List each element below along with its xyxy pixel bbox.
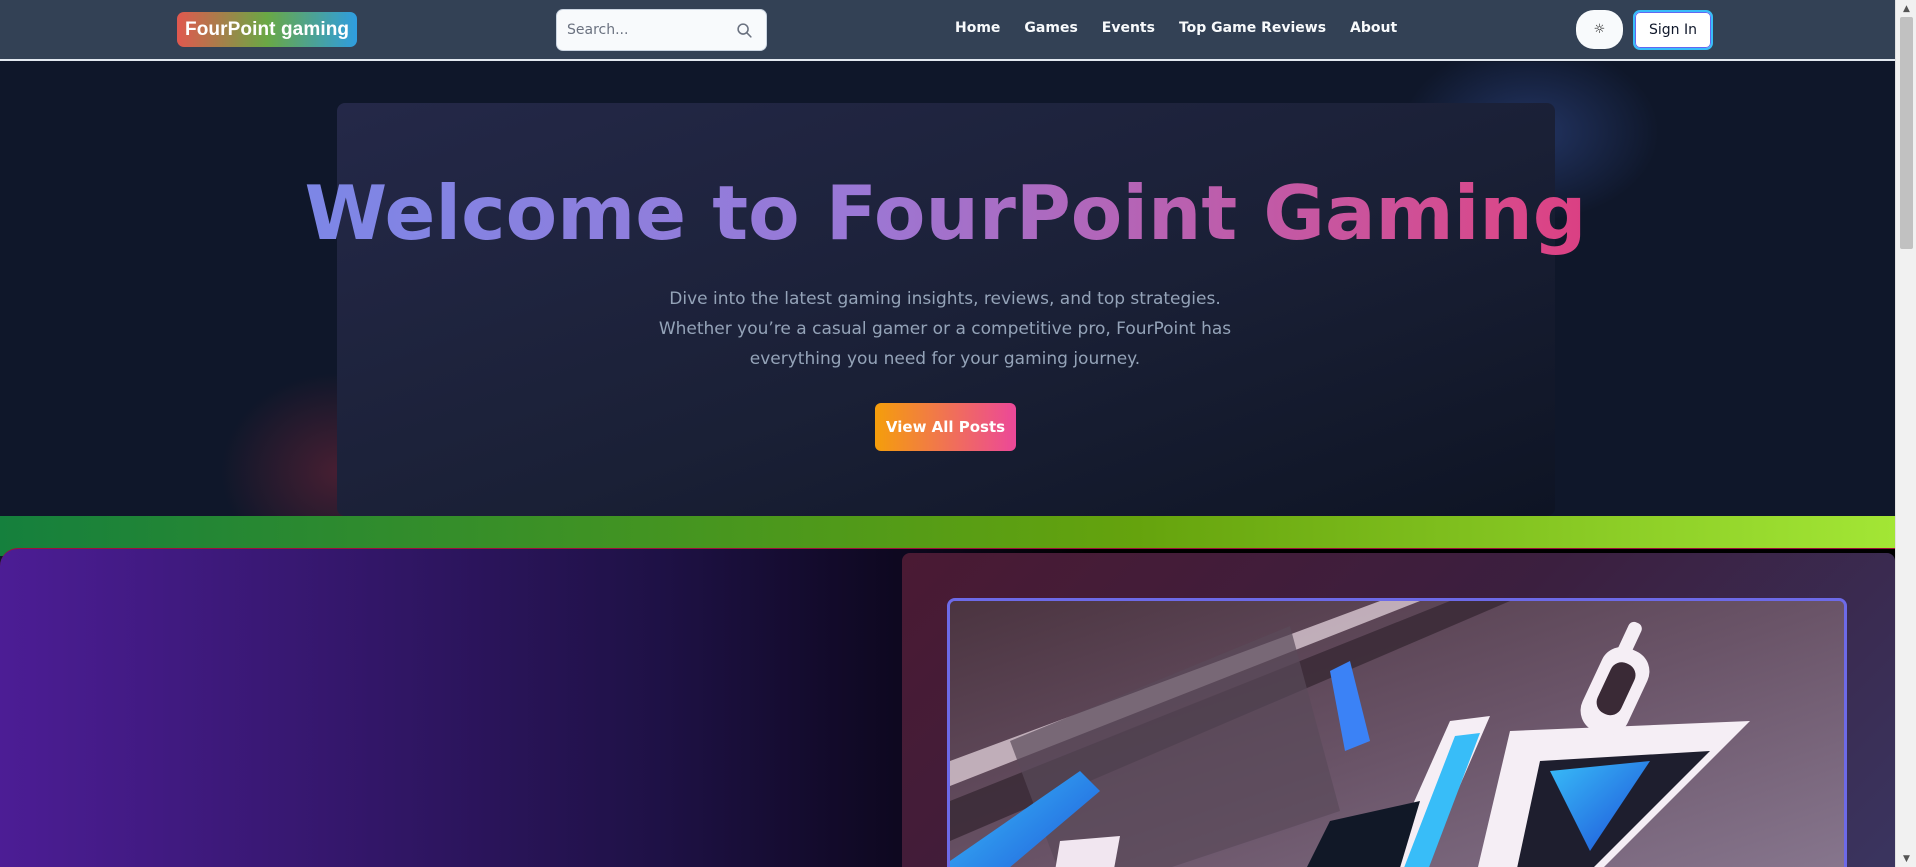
hero-title: Welcome to FourPoint Gaming	[0, 168, 1891, 258]
search-icon[interactable]	[736, 22, 753, 39]
nav-link-events[interactable]: Events	[1102, 20, 1155, 36]
hero-section: Welcome to FourPoint Gaming Dive into th…	[0, 62, 1895, 516]
featured-image-panel	[902, 553, 1895, 867]
theme-toggle-button[interactable]: ☼	[1576, 10, 1623, 49]
page: FourPoint gaming Home Games Events Top G…	[0, 0, 1895, 867]
featured-section	[0, 548, 1895, 867]
logo[interactable]: FourPoint gaming	[177, 12, 358, 47]
navbar: FourPoint gaming Home Games Events Top G…	[0, 0, 1895, 61]
featured-image[interactable]	[947, 598, 1847, 867]
search-box[interactable]	[556, 9, 767, 51]
sun-icon: ☼	[1593, 22, 1606, 37]
main-nav: Home Games Events Top Game Reviews About	[955, 20, 1421, 36]
nav-link-games[interactable]: Games	[1024, 20, 1077, 36]
search-input[interactable]	[567, 22, 727, 38]
view-all-posts-button[interactable]: View All Posts	[875, 403, 1016, 451]
hero-description: Dive into the latest gaming insights, re…	[658, 289, 1232, 369]
nav-link-about[interactable]: About	[1350, 20, 1397, 36]
logo-artwork	[950, 601, 1844, 867]
scroll-down-icon[interactable]: ▼	[1896, 850, 1916, 867]
page-scrollbar[interactable]: ▲ ▼	[1895, 0, 1916, 867]
scrollbar-thumb[interactable]	[1900, 17, 1913, 249]
sign-in-button[interactable]: Sign In	[1633, 10, 1713, 50]
nav-link-top-game-reviews[interactable]: Top Game Reviews	[1179, 20, 1326, 36]
scroll-up-icon[interactable]: ▲	[1896, 0, 1916, 17]
nav-link-home[interactable]: Home	[955, 20, 1000, 36]
